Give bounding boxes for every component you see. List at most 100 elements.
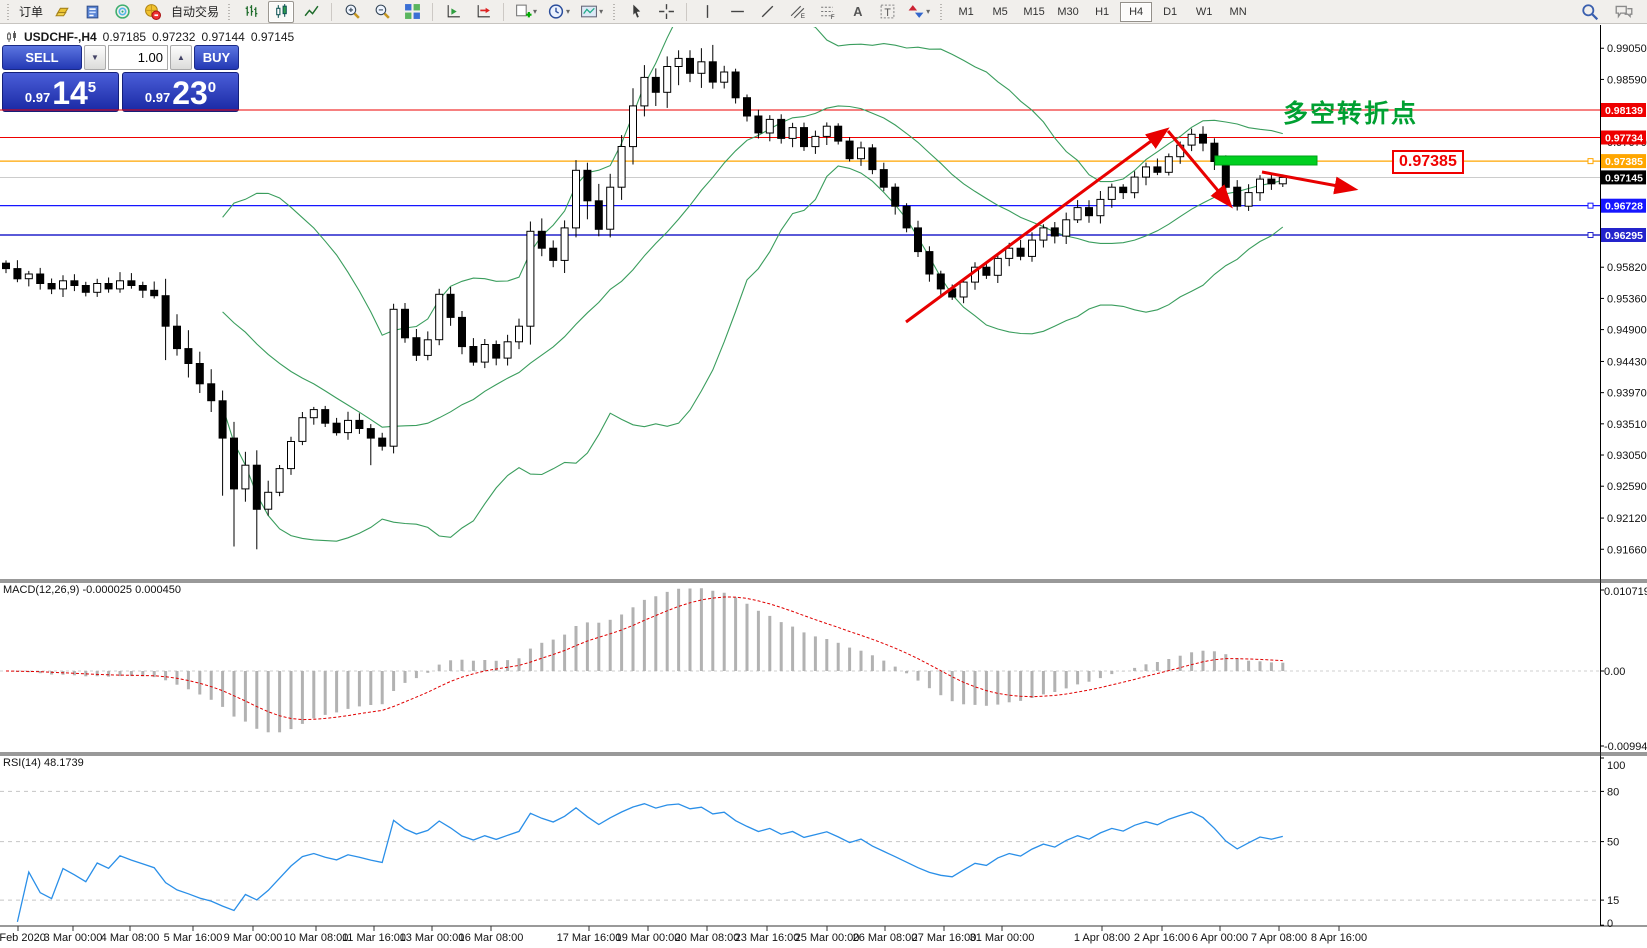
price-badge-0.96728: 0.96728: [1605, 201, 1643, 213]
time-axis-label: 9 Mar 00:00: [224, 932, 283, 944]
toolbar-drag-handle[interactable]: [612, 4, 617, 20]
text-label-tool-icon[interactable]: T: [874, 1, 900, 23]
new-order-button[interactable]: 订单: [17, 3, 45, 20]
timeframe-group: M1M5M15M30H1H4D1W1MN: [950, 2, 1254, 22]
timeframe-H1[interactable]: H1: [1086, 2, 1118, 22]
search-icon[interactable]: [1577, 1, 1603, 23]
toolbar-drag-handle[interactable]: [939, 4, 944, 20]
line-chart-mode-icon[interactable]: [298, 1, 324, 23]
time-axis-label: 19 Mar 00:00: [616, 932, 681, 944]
timeframe-W1[interactable]: W1: [1188, 2, 1220, 22]
trendline-tool-icon[interactable]: [754, 1, 780, 23]
auto-scroll-icon[interactable]: [470, 1, 496, 23]
time-axis-label: 4 Mar 08:00: [101, 932, 160, 944]
candlestick-mode-icon[interactable]: [268, 1, 294, 23]
price-tick-label: 0.95820: [1607, 262, 1647, 274]
vertical-line-tool-icon[interactable]: [694, 1, 720, 23]
price-badge-0.97145: 0.97145: [1605, 172, 1643, 184]
autotrading-icon[interactable]: [139, 1, 165, 23]
bollinger-lower-band: [223, 166, 1283, 541]
timeframe-M15[interactable]: M15: [1018, 2, 1050, 22]
timeframe-MN[interactable]: MN: [1222, 2, 1254, 22]
rsi-label: RSI(14) 48.1739: [3, 757, 84, 769]
price-tick-label: 0.99050: [1607, 43, 1647, 55]
tile-windows-icon[interactable]: [399, 1, 425, 23]
line-anchor[interactable]: [1588, 159, 1593, 164]
turning-point-annotation: 多空转折点: [1283, 94, 1418, 130]
zoom-in-icon[interactable]: [339, 1, 365, 23]
chat-icon[interactable]: [1611, 1, 1637, 23]
template-icon[interactable]: ▾: [577, 1, 606, 23]
time-axis-label: 26 Mar 08:00: [853, 932, 918, 944]
market-watch-icon[interactable]: [79, 1, 105, 23]
svg-text:F: F: [830, 14, 834, 20]
time-axis-label: 17 Mar 16:00: [557, 932, 622, 944]
gold-ingot-icon[interactable]: [49, 1, 75, 23]
chevron-down-icon[interactable]: ▾: [533, 7, 537, 16]
zoom-out-icon[interactable]: [369, 1, 395, 23]
fibonacci-tool-icon[interactable]: F: [814, 1, 840, 23]
green-highlight-bar: [1215, 156, 1317, 165]
time-axis-label: 3 Mar 00:00: [44, 932, 103, 944]
arrows-tool-icon[interactable]: ▾: [904, 1, 933, 23]
time-axis-label: 23 Mar 16:00: [735, 932, 800, 944]
price-tick-label: 0.91660: [1607, 544, 1647, 556]
rsi-axis-label: 15: [1607, 895, 1619, 907]
line-anchor[interactable]: [1588, 233, 1593, 238]
price-tick-label: 0.95360: [1607, 293, 1647, 305]
signals-icon[interactable]: [109, 1, 135, 23]
svg-text:E: E: [800, 13, 804, 20]
channel-tool-icon[interactable]: E: [784, 1, 810, 23]
toolbar-drag-handle[interactable]: [227, 4, 232, 20]
time-axis-label: 13 Mar 00:00: [400, 932, 465, 944]
svg-text:A: A: [853, 4, 862, 19]
cursor-icon[interactable]: [623, 1, 649, 23]
text-tool-icon[interactable]: A: [844, 1, 870, 23]
candlestick-series[interactable]: [3, 45, 1287, 549]
chevron-down-icon[interactable]: ▾: [599, 7, 603, 16]
trading-platform-window: 订单 自动交易 ▾: [0, 0, 1647, 948]
time-axis-label: 31 Mar 00:00: [970, 932, 1035, 944]
horizontal-line-tool-icon[interactable]: [724, 1, 750, 23]
chevron-down-icon[interactable]: ▾: [566, 7, 570, 16]
toolbar-drag-handle[interactable]: [6, 4, 11, 20]
time-axis-label: 6 Apr 00:00: [1192, 932, 1248, 944]
time-axis-label: 8 Apr 16:00: [1311, 932, 1367, 944]
trend-arrow-annotations[interactable]: [906, 130, 1354, 322]
time-axis-label: 25 Mar 00:00: [795, 932, 860, 944]
chart-shift-icon[interactable]: [440, 1, 466, 23]
timeframe-H4[interactable]: H4: [1120, 2, 1152, 22]
rsi-axis-label: 0: [1607, 918, 1613, 930]
time-axis-label: 3 Feb 2020: [0, 932, 46, 944]
rsi-axis-label: 80: [1607, 786, 1619, 798]
price-tick-label: 0.98590: [1607, 74, 1647, 86]
timeframe-M30[interactable]: M30: [1052, 2, 1084, 22]
timeframe-D1[interactable]: D1: [1154, 2, 1186, 22]
timeframe-M5[interactable]: M5: [984, 2, 1016, 22]
rsi-line[interactable]: [17, 804, 1282, 922]
macd-axis-zero: 0.00: [1604, 666, 1625, 678]
line-anchor[interactable]: [1588, 203, 1593, 208]
price-tick-label: 0.93970: [1607, 388, 1647, 400]
price-badge-0.97734: 0.97734: [1605, 133, 1643, 145]
time-axis-label: 2 Apr 16:00: [1134, 932, 1190, 944]
crosshair-icon[interactable]: [653, 1, 679, 23]
bollinger-upper-band: [223, 25, 1283, 335]
price-tick-label: 0.92590: [1607, 481, 1647, 493]
periods-clock-icon[interactable]: ▾: [544, 1, 573, 23]
time-axis-label: 27 Mar 16:00: [912, 932, 977, 944]
time-axis-label: 10 Mar 08:00: [284, 932, 349, 944]
rsi-axis-label: 50: [1607, 837, 1619, 849]
bar-chart-mode-icon[interactable]: [238, 1, 264, 23]
chevron-down-icon[interactable]: ▾: [926, 7, 930, 16]
macd-axis-top: 0.010719: [1604, 586, 1647, 598]
time-axis-label: 5 Mar 16:00: [164, 932, 223, 944]
price-badge-0.98139: 0.98139: [1605, 105, 1643, 117]
macd-histogram[interactable]: [0, 588, 1600, 732]
autotrading-label[interactable]: 自动交易: [169, 3, 221, 20]
timeframe-M1[interactable]: M1: [950, 2, 982, 22]
time-axis-label: 1 Apr 08:00: [1074, 932, 1130, 944]
macd-label: MACD(12,26,9) -0.000025 0.000450: [3, 584, 181, 596]
new-chart-icon[interactable]: ▾: [511, 1, 540, 23]
macd-axis-bottom: -0.009944: [1604, 741, 1647, 753]
